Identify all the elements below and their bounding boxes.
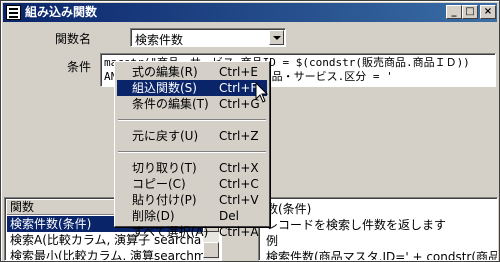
menu-item-shortcut: Ctrl+Z <box>219 129 259 143</box>
menu-item[interactable]: すべて選択(A) Ctrl+A <box>117 224 267 240</box>
menu-item[interactable]: 組込関数(S) Ctrl+F <box>117 80 267 96</box>
menu-item-shortcut: Ctrl+V <box>219 193 259 207</box>
maximize-button[interactable]: □ <box>462 5 478 19</box>
menu-item-label: 切り取り(T) <box>132 161 197 175</box>
menu-item-label: 式の編集(R) <box>132 65 198 79</box>
menu-item-label: 元に戻す(U) <box>132 129 199 143</box>
menu-item-shortcut: Ctrl+X <box>219 161 259 175</box>
dropdown-button[interactable] <box>269 30 284 45</box>
menu-item[interactable]: 貼り付け(P) Ctrl+V <box>117 192 267 208</box>
menu-item-shortcut: Ctrl+G <box>219 97 260 111</box>
menu-separator <box>118 151 266 153</box>
menu-item-shortcut: Ctrl+E <box>219 65 258 79</box>
menu-item[interactable]: 削除(D) Del <box>117 208 267 224</box>
context-menu: 式の編集(R) Ctrl+E 組込関数(S) Ctrl+F 条件の編集(T) Ctrl+G… <box>114 61 270 239</box>
close-button[interactable]: × <box>480 5 496 19</box>
title-bar[interactable]: 組み込み関数 _ □ × <box>3 3 497 22</box>
menu-item[interactable]: 元に戻す(U) Ctrl+Z <box>117 128 267 144</box>
scroll-thumb[interactable] <box>203 242 219 258</box>
function-name-label: 関数名 <box>55 32 92 46</box>
minimize-button[interactable]: _ <box>446 5 462 19</box>
list-item[interactable]: 検索最小(比較カラム, 演算searchmin <box>7 248 216 260</box>
app-icon <box>6 5 21 20</box>
menu-item[interactable]: 切り取り(T) Ctrl+X <box>117 160 267 176</box>
menu-item-shortcut: Ctrl+F <box>219 81 258 95</box>
description-line: 検索件数(商品マスタ.ID=' + condstr(商品ID)) <box>266 250 498 261</box>
menu-item-label: 貼り付け(P) <box>132 193 197 207</box>
menu-item-label: 条件の編集(T) <box>132 97 209 111</box>
menu-item[interactable]: 条件の編集(T) Ctrl+G <box>117 96 267 112</box>
menu-item-label: 組込関数(S) <box>132 81 197 95</box>
function-name-dropdown[interactable]: 検索件数 <box>130 28 286 47</box>
description-line: レコードを検索し件数を返します <box>266 218 447 232</box>
mouse-cursor-icon <box>255 82 269 103</box>
menu-item-shortcut: Ctrl+C <box>219 177 259 191</box>
menu-separator <box>118 119 266 121</box>
menu-item-label: コピー(C) <box>132 177 186 191</box>
menu-item-label: すべて選択(A) <box>132 225 209 239</box>
description-line: 数(条件) <box>266 202 312 216</box>
chevron-down-icon <box>273 36 281 40</box>
window-title: 組み込み関数 <box>25 5 98 19</box>
menu-item[interactable]: 式の編集(R) Ctrl+E <box>117 64 267 80</box>
condition-label: 条件 <box>67 60 92 74</box>
menu-item-shortcut: Ctrl+A <box>219 225 259 239</box>
function-description: 数(条件) レコードを検索し件数を返します例検索件数(商品マスタ.ID=' + c… <box>258 197 498 261</box>
menu-item-shortcut: Del <box>219 209 239 223</box>
function-name-value: 検索件数 <box>135 33 184 47</box>
menu-item-label: 削除(D) <box>132 209 175 223</box>
menu-item[interactable]: コピー(C) Ctrl+C <box>117 176 267 192</box>
